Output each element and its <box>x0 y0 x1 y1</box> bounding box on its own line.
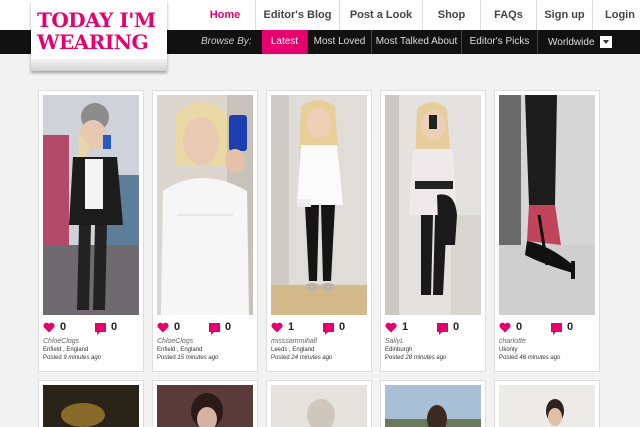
comment-bubble-icon[interactable] <box>551 323 562 335</box>
look-card[interactable] <box>494 380 600 427</box>
posted-time: Posted 24 minutes ago <box>271 355 332 361</box>
tab-most-loved[interactable]: Most Loved <box>308 30 372 54</box>
comment-bubble-icon[interactable] <box>437 323 448 335</box>
main-nav: Home Editor's Blog Post a Look Shop FAQs… <box>195 0 640 30</box>
look-stats: 0 0 <box>157 321 253 335</box>
tab-most-talked-about[interactable]: Most Talked About <box>372 30 462 54</box>
browse-tabs: Latest Most Loved Most Talked About Edit… <box>262 30 538 54</box>
browse-label: Browse By: <box>201 36 252 47</box>
look-photo[interactable] <box>43 95 139 315</box>
posted-prefix: Posted <box>271 355 292 361</box>
look-photo[interactable] <box>157 385 253 427</box>
look-stats: 0 0 <box>43 321 139 335</box>
look-photo[interactable] <box>157 95 253 315</box>
comment-count: 0 <box>339 321 346 333</box>
username-link[interactable]: ChloeClogs <box>157 338 193 345</box>
look-stats: 1 0 <box>271 321 367 335</box>
username-link[interactable]: charlotte <box>499 338 526 345</box>
heart-icon[interactable] <box>271 322 283 333</box>
look-photo[interactable] <box>271 385 367 427</box>
posted-time: Posted 9 minutes ago <box>43 355 101 361</box>
heart-icon[interactable] <box>499 322 511 333</box>
look-card[interactable] <box>38 380 144 427</box>
look-card[interactable] <box>266 380 372 427</box>
comment-count: 0 <box>225 321 232 333</box>
like-count: 1 <box>288 321 295 333</box>
comment-count: 0 <box>453 321 460 333</box>
posted-prefix: Posted <box>43 355 64 361</box>
username-link[interactable]: SallyL <box>385 338 404 345</box>
look-photo[interactable] <box>499 95 595 315</box>
region-select[interactable]: Worldwide <box>538 30 618 54</box>
posted-ago: 9 minutes ago <box>63 355 102 361</box>
look-card[interactable]: 0 0 ChloeClogs Enfield , England Posted … <box>152 90 258 372</box>
look-card[interactable] <box>380 380 486 427</box>
look-photo[interactable] <box>271 95 367 315</box>
posted-ago: 46 minutes ago <box>519 355 561 361</box>
look-card[interactable] <box>152 380 258 427</box>
tab-latest[interactable]: Latest <box>262 30 308 54</box>
look-card[interactable]: 0 0 ChloeClogs Enfield , England Posted … <box>38 90 144 372</box>
username-link[interactable]: ChloeClogs <box>43 338 79 345</box>
location: Leeds , England <box>271 347 315 353</box>
look-stats: 1 0 <box>385 321 481 335</box>
look-card[interactable]: 1 0 SallyL Edinburgh Posted 28 minutes a… <box>380 90 486 372</box>
logo-line-2: WEARING <box>37 30 149 54</box>
logo-text: TODAY I'M WEARING <box>37 9 163 53</box>
tab-editors-picks[interactable]: Editor's Picks <box>462 30 538 54</box>
posted-prefix: Posted <box>499 355 520 361</box>
posted-time: Posted 28 minutes ago <box>385 355 446 361</box>
like-count: 0 <box>174 321 181 333</box>
username-link[interactable]: misssammihall <box>271 338 317 345</box>
site-logo[interactable]: TODAY I'M WEARING <box>31 0 167 71</box>
nav-post-a-look[interactable]: Post a Look <box>339 0 422 30</box>
look-photo[interactable] <box>385 385 481 427</box>
look-photo[interactable] <box>385 95 481 315</box>
comment-bubble-icon[interactable] <box>323 323 334 335</box>
like-count: 0 <box>60 321 67 333</box>
region-select-value: Worldwide <box>548 36 595 48</box>
posted-prefix: Posted <box>157 355 178 361</box>
posted-ago: 24 minutes ago <box>291 355 333 361</box>
posted-prefix: Posted <box>385 355 406 361</box>
heart-icon[interactable] <box>157 322 169 333</box>
nav-login[interactable]: Login <box>592 0 640 30</box>
nav-editors-blog[interactable]: Editor's Blog <box>255 0 339 30</box>
look-stats: 0 0 <box>499 321 595 335</box>
comment-count: 0 <box>111 321 118 333</box>
logo-underline <box>31 59 167 71</box>
location: Enfield , England <box>157 347 203 353</box>
chevron-down-icon[interactable] <box>600 36 612 48</box>
like-count: 0 <box>516 321 523 333</box>
posted-time: Posted 46 minutes ago <box>499 355 560 361</box>
logo-line-1: TODAY I'M <box>37 8 156 32</box>
look-card[interactable]: 0 0 charlotte Ukonly Posted 46 minutes a… <box>494 90 600 372</box>
heart-icon[interactable] <box>385 322 397 333</box>
nav-home[interactable]: Home <box>195 0 255 30</box>
posted-ago: 15 minutes ago <box>177 355 219 361</box>
look-photo[interactable] <box>499 385 595 427</box>
nav-shop[interactable]: Shop <box>422 0 480 30</box>
posted-time: Posted 15 minutes ago <box>157 355 218 361</box>
comment-bubble-icon[interactable] <box>95 323 106 335</box>
heart-icon[interactable] <box>43 322 55 333</box>
comment-bubble-icon[interactable] <box>209 323 220 335</box>
nav-faqs[interactable]: FAQs <box>480 0 536 30</box>
location: Edinburgh <box>385 347 413 353</box>
comment-count: 0 <box>567 321 574 333</box>
nav-sign-up[interactable]: Sign up <box>536 0 592 30</box>
like-count: 1 <box>402 321 409 333</box>
posted-ago: 28 minutes ago <box>405 355 447 361</box>
look-card[interactable]: 1 0 misssammihall Leeds , England Posted… <box>266 90 372 372</box>
location: Enfield , England <box>43 347 89 353</box>
look-photo[interactable] <box>43 385 139 427</box>
location: Ukonly <box>499 347 518 353</box>
